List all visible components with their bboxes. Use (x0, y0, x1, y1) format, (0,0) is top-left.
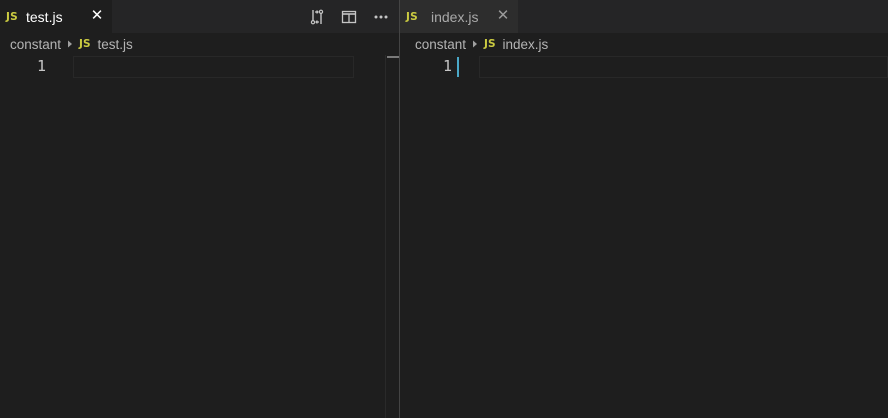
code-editor[interactable]: 1 (400, 55, 888, 418)
js-icon: JS (6, 10, 18, 23)
js-icon: JS (484, 38, 496, 50)
js-icon: JS (406, 10, 418, 23)
editor-group-right: JS index.js ✕ constant JS index.js 1 (400, 0, 888, 418)
breadcrumb-folder[interactable]: constant (10, 37, 61, 52)
close-icon[interactable]: ✕ (90, 8, 104, 23)
line-number: 1 (36, 57, 46, 75)
tab-label: test.js (26, 8, 63, 25)
code-editor[interactable]: 1 (0, 55, 399, 418)
chevron-right-icon (61, 40, 79, 48)
editor-group-left: JS test.js ✕ constant JS test.js 1 (0, 0, 399, 418)
breadcrumb-file[interactable]: test.js (98, 37, 133, 52)
chevron-right-icon (466, 40, 484, 48)
line-number: 1 (442, 57, 452, 75)
breadcrumb: constant JS test.js (0, 33, 399, 55)
text-cursor (457, 57, 459, 77)
tab-test-js[interactable]: JS test.js ✕ (0, 0, 112, 33)
more-actions-icon[interactable] (371, 7, 391, 27)
tab-index-js[interactable]: JS index.js ✕ (400, 0, 518, 33)
editor-actions (299, 0, 399, 33)
breadcrumb-file[interactable]: index.js (503, 37, 549, 52)
js-icon: JS (79, 38, 91, 50)
split-editor-icon[interactable] (339, 7, 359, 27)
close-icon[interactable]: ✕ (496, 8, 510, 23)
compare-changes-icon[interactable] (307, 7, 327, 27)
overview-ruler-mark (387, 56, 399, 58)
breadcrumb: constant JS index.js (400, 33, 888, 55)
editor-workbench: JS test.js ✕ constant JS test.js 1 JS in… (0, 0, 888, 418)
current-line-highlight (73, 56, 354, 78)
scrollbar[interactable] (385, 55, 399, 418)
current-line-highlight (479, 56, 888, 78)
tab-bar: JS index.js ✕ (400, 0, 888, 33)
tab-bar: JS test.js ✕ (0, 0, 399, 33)
tab-label: index.js (431, 8, 479, 25)
breadcrumb-folder[interactable]: constant (415, 37, 466, 52)
